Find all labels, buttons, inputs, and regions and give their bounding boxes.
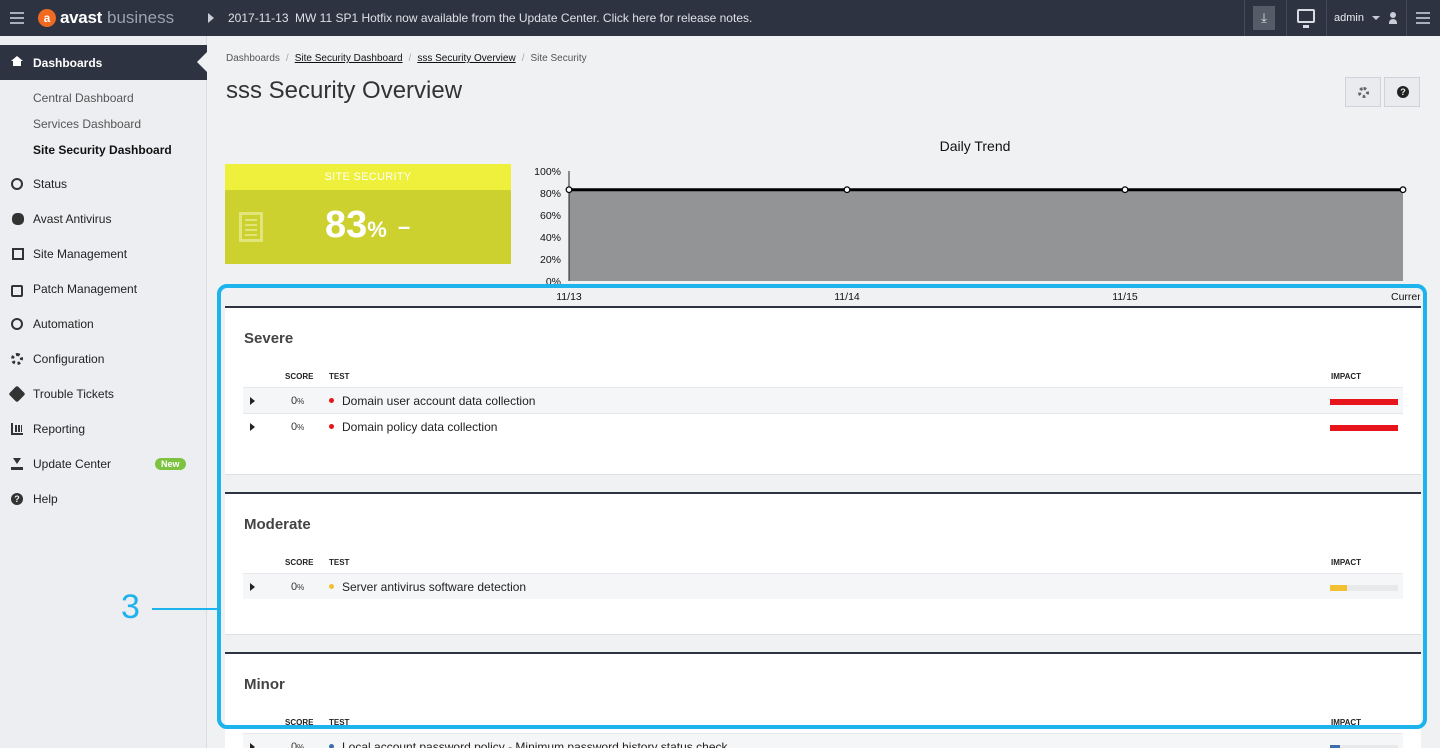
site-security-card: SITE SECURITY 83% – bbox=[225, 164, 511, 264]
download-icon bbox=[11, 458, 23, 470]
medkit-icon bbox=[11, 285, 23, 297]
sidebar-item-label: Status bbox=[33, 177, 68, 191]
y-tick-label: 60% bbox=[540, 210, 561, 222]
building-icon bbox=[12, 248, 24, 260]
question-icon: ? bbox=[11, 493, 23, 505]
news-ticker-link[interactable]: MW 11 SP1 Hotfix now available from the … bbox=[295, 11, 752, 25]
sidebar-item-help[interactable]: ? Help bbox=[0, 485, 206, 515]
trend-point bbox=[565, 186, 573, 194]
row-score: 0% bbox=[291, 741, 305, 748]
help-button[interactable]: ? bbox=[1384, 77, 1420, 107]
logo-text: avast bbox=[60, 8, 102, 27]
ticket-icon bbox=[8, 385, 26, 403]
bar-chart-icon bbox=[11, 423, 23, 435]
breadcrumb-site-security: Site Security bbox=[530, 53, 587, 64]
annotation-leader-line bbox=[152, 608, 218, 610]
site-security-score: 83% bbox=[325, 204, 387, 247]
sidebar-item-label: Configuration bbox=[33, 352, 105, 366]
sidebar-item-patch-management[interactable]: Patch Management bbox=[0, 275, 206, 305]
question-icon: ? bbox=[1397, 86, 1409, 98]
sidebar-item-label: Patch Management bbox=[33, 282, 138, 296]
play-circle-icon bbox=[11, 318, 23, 330]
news-arrow-icon bbox=[208, 13, 214, 23]
sidebar-item-label: Update Center bbox=[33, 457, 112, 471]
trend-point bbox=[1399, 186, 1407, 194]
sidebar-item-label: Site Management bbox=[33, 247, 128, 261]
sidebar-subitem-central-dashboard[interactable]: Central Dashboard bbox=[33, 91, 134, 105]
news-date: 2017-11-13 bbox=[228, 11, 289, 25]
severity-dot bbox=[329, 744, 334, 748]
user-menu[interactable]: admin bbox=[1334, 12, 1364, 24]
y-tick-label: 40% bbox=[540, 232, 561, 244]
avast-logo[interactable]: a avast business bbox=[38, 8, 174, 28]
gear-icon bbox=[1358, 87, 1369, 98]
top-bar: a avast business 2017-11-13 MW 11 SP1 Ho… bbox=[0, 0, 1440, 36]
chevron-down-icon[interactable] bbox=[1372, 16, 1380, 20]
site-security-label: SITE SECURITY bbox=[225, 164, 511, 190]
breadcrumb-dashboards[interactable]: Dashboards bbox=[226, 53, 280, 64]
daily-trend-chart: Daily Trend 100% 80% 60% 40% 20% 0% 11/13 11/14 1… bbox=[520, 135, 1426, 305]
sidebar-item-configuration[interactable]: Configuration bbox=[0, 345, 206, 375]
annotation-highlight-box bbox=[217, 284, 1427, 729]
sidebar-item-label: Avast Antivirus bbox=[33, 212, 112, 226]
menu-icon[interactable] bbox=[1416, 12, 1430, 27]
pin-icon[interactable]: ⤓ bbox=[1253, 6, 1275, 30]
sidebar-item-site-management[interactable]: Site Management bbox=[0, 240, 206, 270]
monitor-icon[interactable] bbox=[1297, 9, 1315, 28]
sidebar-item-reporting[interactable]: Reporting bbox=[0, 415, 206, 445]
y-tick-label: 80% bbox=[540, 188, 561, 200]
sidebar-item-automation[interactable]: Automation bbox=[0, 310, 206, 340]
breadcrumb-site-security-dashboard[interactable]: Site Security Dashboard bbox=[295, 53, 403, 64]
sidebar-item-trouble-tickets[interactable]: Trouble Tickets bbox=[0, 380, 206, 410]
annotation-number: 3 bbox=[121, 588, 140, 626]
sidebar-item-dashboards[interactable]: Dashboards bbox=[0, 45, 207, 80]
chart-title: Daily Trend bbox=[940, 138, 1011, 154]
sidebar-item-label: Help bbox=[33, 492, 58, 506]
score-value: 83 bbox=[325, 204, 368, 246]
breadcrumb: Dashboards / Site Security Dashboard / sss S… bbox=[226, 53, 587, 64]
table-row[interactable]: 0% Local account password policy - Minim… bbox=[243, 733, 1403, 748]
logo-suffix: business bbox=[106, 8, 175, 27]
sidebar-subitem-site-security-dashboard[interactable]: Site Security Dashboard bbox=[33, 143, 172, 157]
sidebar-item-status[interactable]: Status bbox=[0, 170, 206, 200]
settings-button[interactable] bbox=[1345, 77, 1381, 107]
sidebar-item-label: Automation bbox=[33, 317, 94, 331]
trend-point bbox=[843, 186, 851, 194]
user-icon[interactable] bbox=[1389, 12, 1397, 24]
expand-arrow-icon[interactable] bbox=[250, 743, 255, 748]
y-tick-label: 20% bbox=[540, 254, 561, 266]
building-icon bbox=[239, 212, 263, 242]
trend-point bbox=[1121, 186, 1129, 194]
y-tick-label: 100% bbox=[534, 166, 561, 178]
sidebar: Dashboards Central Dashboard Services Da… bbox=[0, 36, 207, 748]
sidebar-item-avast-antivirus[interactable]: Avast Antivirus bbox=[0, 205, 206, 235]
daily-trend-svg: Daily Trend100%80%60%40%20%0%11/13 11/14 1… bbox=[534, 138, 1426, 303]
gauge-icon bbox=[11, 178, 23, 190]
sidebar-item-label: Dashboards bbox=[33, 56, 103, 70]
avast-logo-mark: a bbox=[38, 9, 56, 27]
sidebar-subitem-services-dashboard[interactable]: Services Dashboard bbox=[33, 117, 141, 131]
page-title: sss Security Overview bbox=[226, 77, 463, 104]
sidebar-toggle-icon[interactable] bbox=[10, 12, 24, 27]
breadcrumb-sss-security-overview[interactable]: sss Security Overview bbox=[417, 53, 515, 64]
sidebar-item-label: Reporting bbox=[33, 422, 86, 436]
row-test-name: Local account password policy - Minimum … bbox=[342, 740, 728, 748]
gears-icon bbox=[11, 353, 23, 365]
home-icon bbox=[11, 56, 23, 66]
trend-area bbox=[569, 189, 1403, 281]
score-unit: % bbox=[367, 217, 387, 242]
bug-icon bbox=[12, 213, 24, 225]
sidebar-item-update-center[interactable]: Update Center New bbox=[0, 450, 206, 480]
new-badge: New bbox=[155, 458, 186, 470]
site-security-trend: – bbox=[398, 214, 411, 239]
sidebar-item-label: Trouble Tickets bbox=[33, 387, 114, 401]
